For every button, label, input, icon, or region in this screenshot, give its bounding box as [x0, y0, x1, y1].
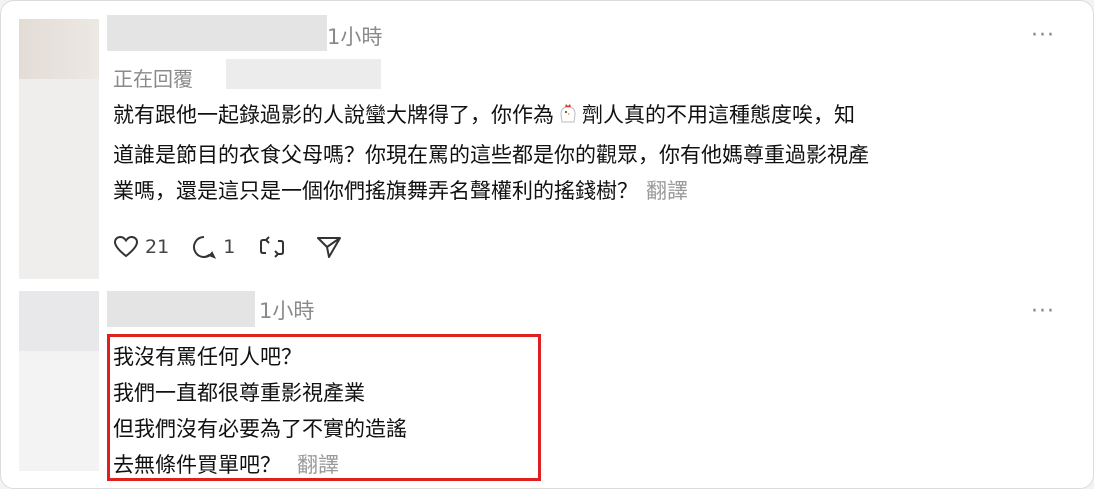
comment-body: 就有跟他一起錄過影的人說蠻大牌得了，你作為 劑人真的不用這種態度唉，知 道誰是節目… [113, 97, 1073, 209]
reply-count: 1 [223, 236, 236, 258]
reply-button[interactable]: 1 [191, 234, 235, 260]
comment-line: 業嗎，還是這只是一個你們搖旗舞弄名聲權利的搖錢樹？ [113, 179, 638, 203]
more-options-icon[interactable]: ··· [1031, 299, 1055, 324]
red-highlight-box [107, 334, 541, 481]
repost-button[interactable] [257, 234, 293, 260]
like-count: 21 [145, 236, 170, 258]
reply-target-blurred[interactable] [226, 59, 381, 89]
share-button[interactable] [315, 234, 349, 260]
avatar-blur-area [19, 351, 99, 471]
chicken-emoji-icon [556, 101, 580, 137]
comment-line: 道誰是節目的衣食父母嗎？你現在罵的這些都是你的觀眾，你有他媽尊重過影視產 [113, 143, 869, 167]
more-options-icon[interactable]: ··· [1031, 23, 1055, 48]
comment-time: 1小時 [259, 299, 315, 323]
heart-icon [113, 235, 139, 258]
comment-thread: 1小時 ··· 正在回覆 就有跟他一起錄過影的人說蠻大牌得了，你作為 劑人真的不用… [0, 0, 1094, 489]
avatar-blur-area [19, 79, 99, 279]
username-blurred[interactable] [107, 15, 327, 51]
comment-line: 劑人真的不用這種態度唉，知 [582, 103, 855, 127]
comment-time: 1小時 [327, 25, 383, 49]
comment-line: 就有跟他一起錄過影的人說蠻大牌得了，你作為 [113, 103, 554, 127]
username-blurred[interactable] [107, 291, 255, 327]
translate-link[interactable]: 翻譯 [646, 179, 688, 203]
like-button[interactable]: 21 [113, 235, 169, 259]
avatar-blurred[interactable] [19, 291, 99, 351]
comment-bubble-icon [193, 236, 217, 259]
repost-icon [260, 236, 285, 258]
avatar-blurred[interactable] [19, 19, 99, 79]
replying-to-label: 正在回覆 [113, 67, 193, 91]
send-icon [317, 237, 342, 258]
comment-actions: 21 1 [113, 231, 371, 263]
